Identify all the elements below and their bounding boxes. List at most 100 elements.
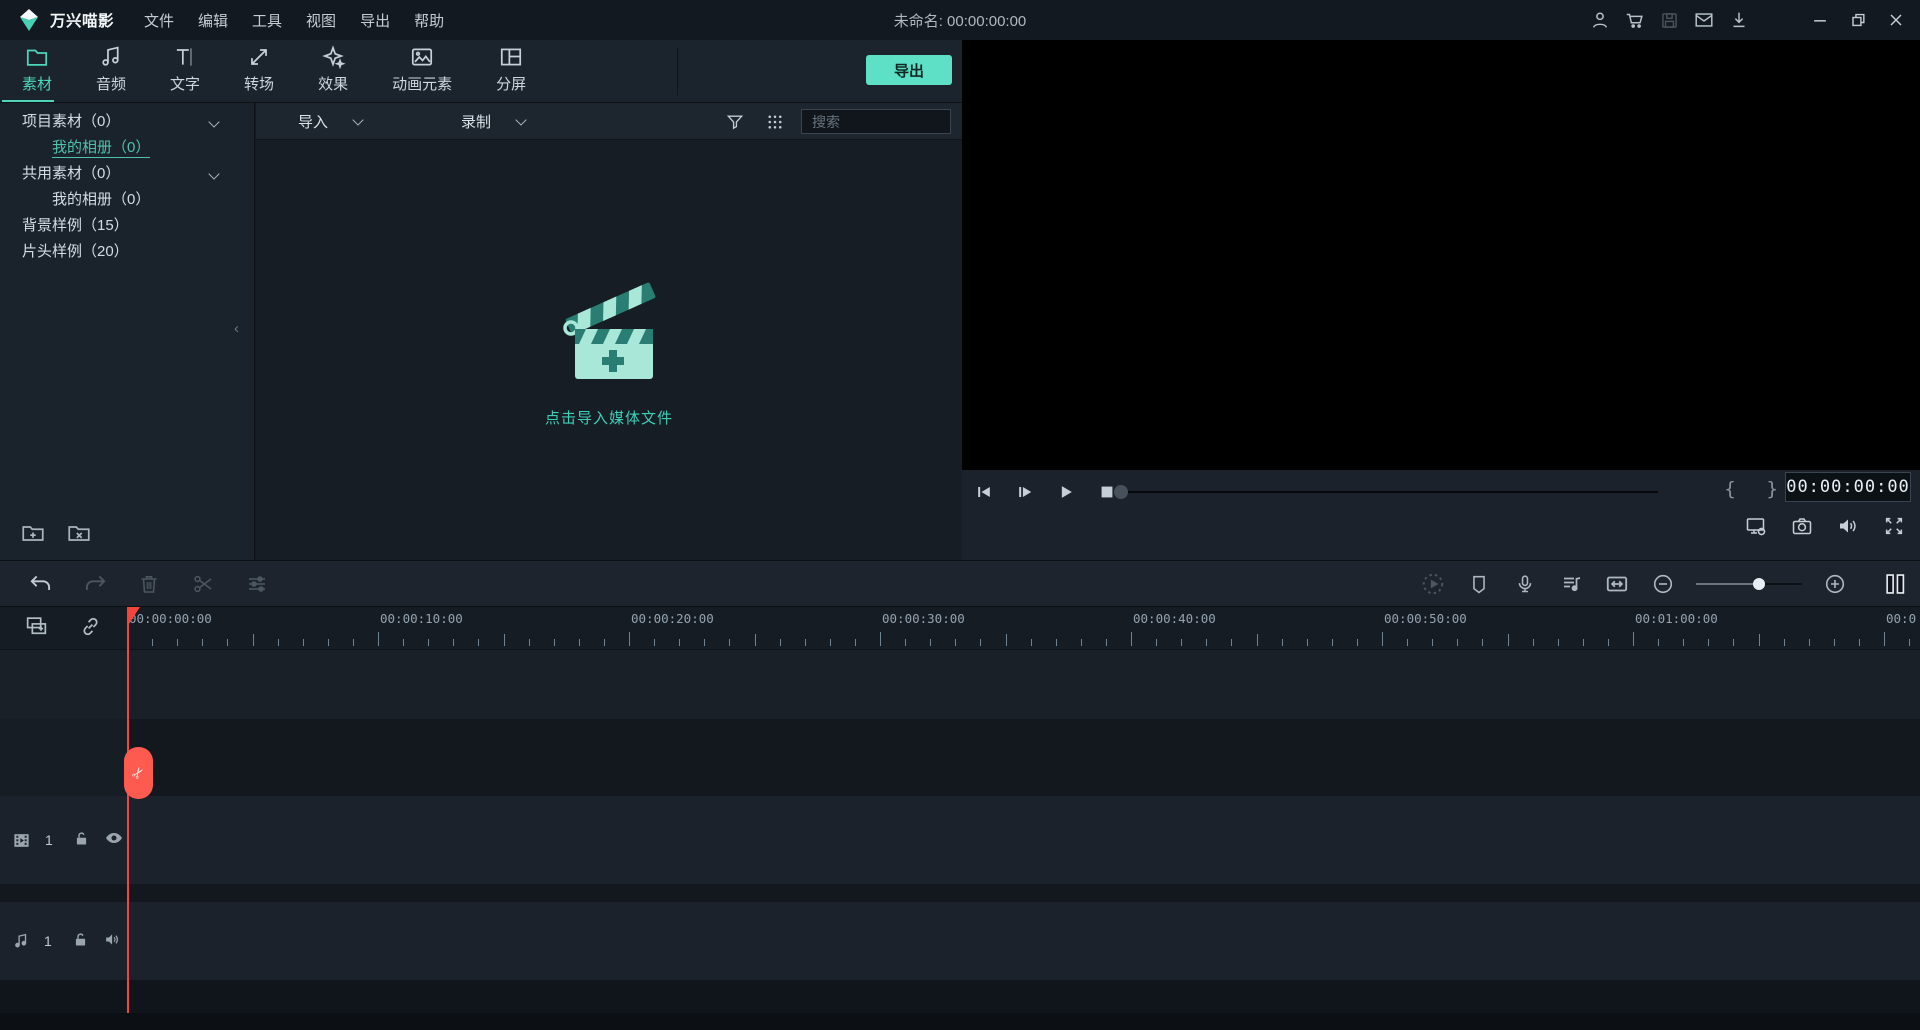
snapshot-camera-button[interactable] <box>1790 514 1814 538</box>
restore-window-button[interactable] <box>1848 10 1868 30</box>
ruler-tick <box>1030 639 1032 646</box>
video-track-1[interactable]: 1 <box>0 796 1920 884</box>
volume-button[interactable] <box>1836 514 1860 538</box>
ruler-tick <box>578 639 580 646</box>
tab-text[interactable]: 文字 <box>148 44 222 98</box>
sidebar-item-shared-media[interactable]: 共用素材（0） <box>0 161 254 187</box>
timeline-ruler[interactable]: 00:00:00:00 00:00:10:00 00:00:20:00 00:00:3… <box>0 607 1920 650</box>
filter-button[interactable] <box>722 109 748 135</box>
ruler-tick <box>1607 639 1609 646</box>
timeline-empty-band-upper[interactable] <box>0 650 1920 719</box>
advanced-edit-button[interactable] <box>244 571 270 597</box>
mail-icon[interactable] <box>1693 9 1715 31</box>
store-cart-icon[interactable] <box>1624 9 1646 31</box>
add-folder-button[interactable] <box>20 520 46 550</box>
timeline-lower-area[interactable] <box>0 980 1920 1013</box>
save-icon[interactable] <box>1659 10 1680 31</box>
audio-track-1[interactable]: 1 <box>0 902 1920 980</box>
ruler-tick <box>227 639 229 646</box>
menu-help[interactable]: 帮助 <box>414 10 444 31</box>
zoom-out-button[interactable] <box>1650 571 1676 597</box>
ruler-tick <box>1382 632 1383 646</box>
ruler-tick <box>930 639 932 646</box>
zoom-in-button[interactable] <box>1822 571 1848 597</box>
account-icon[interactable] <box>1589 9 1611 31</box>
download-icon[interactable] <box>1728 9 1750 31</box>
manage-tracks-button[interactable] <box>24 614 49 643</box>
sidebar-item-my-album-shared[interactable]: 我的相册（0） <box>0 187 254 213</box>
sidebar-collapse-handle[interactable]: ‹ <box>234 315 244 343</box>
delete-folder-button[interactable] <box>66 520 92 550</box>
ruler-tick <box>352 639 354 646</box>
sidebar-item-intro-samples[interactable]: 片头样例（20） <box>0 239 254 265</box>
menu-file[interactable]: 文件 <box>144 10 174 31</box>
tab-effects[interactable]: 效果 <box>296 44 370 98</box>
next-frame-button[interactable] <box>1013 480 1037 504</box>
menu-tools[interactable]: 工具 <box>252 10 282 31</box>
sidebar-item-background-samples[interactable]: 背景样例（15） <box>0 213 254 239</box>
active-tab-underline <box>2 100 54 102</box>
playhead-handle[interactable]: ✂ <box>124 747 153 799</box>
timeline-empty-band-lower[interactable] <box>0 719 1920 796</box>
link-clips-button[interactable] <box>79 615 102 642</box>
video-track-number: 1 <box>45 832 53 848</box>
ruler-tick <box>1256 634 1258 646</box>
tab-splitscreen[interactable]: 分屏 <box>474 44 548 98</box>
panel-layout-toggle[interactable] <box>1882 571 1908 597</box>
titlebar: 万兴喵影 文件 编辑 工具 视图 导出 帮助 未命名: 00:00:00:00 <box>0 0 1920 40</box>
play-button[interactable] <box>1054 480 1078 504</box>
seek-slider-handle[interactable] <box>1114 485 1128 499</box>
timeline-zoom-slider[interactable] <box>1696 577 1802 591</box>
display-settings-button[interactable] <box>1744 514 1768 538</box>
ruler-tick <box>1708 639 1710 646</box>
ruler-tick <box>829 639 831 646</box>
tab-elements[interactable]: 动画元素 <box>370 44 474 98</box>
ruler-tick <box>453 639 455 646</box>
lock-track-button[interactable] <box>72 931 89 952</box>
playhead-line[interactable] <box>127 607 129 1013</box>
preview-timecode: 00:00:00:00 <box>1785 472 1911 502</box>
record-voiceover-button[interactable] <box>1512 571 1538 597</box>
minimize-button[interactable] <box>1810 10 1830 30</box>
close-button[interactable] <box>1886 10 1906 30</box>
ruler-tick <box>1833 639 1835 646</box>
export-button[interactable]: 导出 <box>866 55 952 85</box>
delete-button[interactable] <box>136 571 162 597</box>
undo-button[interactable] <box>28 571 54 597</box>
mark-in-out-buttons[interactable]: { } <box>1724 478 1790 500</box>
mute-track-button[interactable] <box>103 930 122 953</box>
seek-slider-track[interactable] <box>1128 491 1658 493</box>
sidebar-item-my-album-project[interactable]: 我的相册（0） <box>0 135 254 161</box>
menu-view[interactable]: 视图 <box>306 10 336 31</box>
ruler-tick <box>905 639 907 646</box>
tab-media[interactable]: 素材 <box>0 44 74 98</box>
menu-edit[interactable]: 编辑 <box>198 10 228 31</box>
chevron-down-icon[interactable] <box>208 116 220 128</box>
ruler-tick <box>1557 639 1559 646</box>
grid-view-button[interactable] <box>762 109 788 135</box>
add-marker-button[interactable] <box>1466 571 1492 597</box>
lock-track-button[interactable] <box>73 830 90 851</box>
toggle-track-visibility-button[interactable] <box>104 828 124 852</box>
ruler-tick <box>1633 632 1634 646</box>
tab-transitions[interactable]: 转场 <box>222 44 296 98</box>
folder-icon <box>26 49 48 66</box>
fit-timeline-zoom-button[interactable] <box>1604 571 1630 597</box>
split-scissors-button[interactable] <box>190 571 216 597</box>
previous-frame-button[interactable] <box>972 480 996 504</box>
zoom-slider-handle[interactable] <box>1753 577 1765 590</box>
menu-export[interactable]: 导出 <box>360 10 390 31</box>
tab-audio[interactable]: 音频 <box>74 44 148 98</box>
fullscreen-button[interactable] <box>1882 514 1906 538</box>
chevron-down-icon[interactable] <box>208 168 220 180</box>
sidebar-item-project-media[interactable]: 项目素材（0） <box>0 109 254 135</box>
ruler-tick <box>503 634 505 646</box>
import-media-dropzone[interactable]: 点击导入媒体文件 <box>256 140 962 560</box>
record-dropdown[interactable]: 录制 <box>461 103 527 140</box>
redo-button[interactable] <box>82 571 108 597</box>
render-preview-button[interactable] <box>1420 571 1446 597</box>
scissors-icon: ✂ <box>127 762 150 784</box>
preview-video-area[interactable] <box>962 40 1920 470</box>
audio-mixer-button[interactable] <box>1558 571 1584 597</box>
import-dropdown[interactable]: 导入 <box>298 103 364 140</box>
